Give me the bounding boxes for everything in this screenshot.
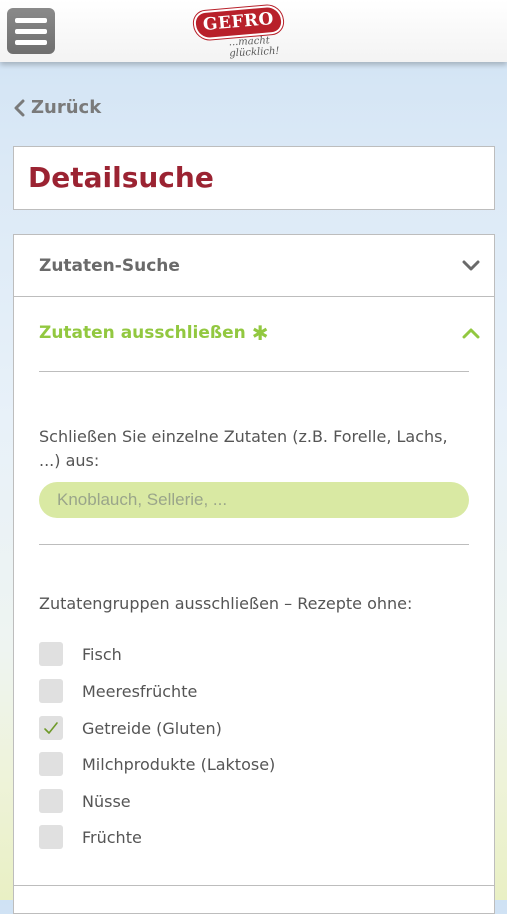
checkbox-label: Meeresfrüchte <box>82 681 198 701</box>
page-title-box: Detailsuche <box>13 146 495 210</box>
chevron-up-icon <box>462 328 480 339</box>
logo-tagline: ...macht glücklich! <box>228 35 280 60</box>
hamburger-menu-icon <box>15 18 47 23</box>
checkmark-icon <box>44 722 58 734</box>
accordion-zutaten-ausschliessen[interactable]: Zutaten ausschließen ✱ <box>14 297 494 369</box>
search-panel: Zutaten-Suche Zutaten ausschließen ✱ Sch… <box>13 234 495 914</box>
accordion-zutaten-ausschliessen-label: Zutaten ausschließen <box>39 323 246 343</box>
checkbox-label: Früchte <box>82 827 142 847</box>
exclude-description: Schließen Sie einzelne Zutaten (z.B. For… <box>39 427 448 470</box>
checkbox-fisch[interactable]: Fisch <box>39 642 122 666</box>
checkbox-getreide[interactable]: Getreide (Gluten) <box>39 716 222 740</box>
checkbox-label: Fisch <box>82 644 122 664</box>
page-title: Detailsuche <box>28 161 214 194</box>
checkbox-box[interactable] <box>39 825 63 849</box>
divider <box>39 371 469 372</box>
checkbox-box-checked[interactable] <box>39 716 63 740</box>
back-link[interactable]: Zurück <box>14 97 101 118</box>
checkbox-box[interactable] <box>39 642 63 666</box>
chevron-left-icon <box>14 99 25 116</box>
exclude-ingredient-input[interactable] <box>39 482 469 518</box>
logo-brand: GEFRO <box>195 6 282 39</box>
checkbox-fruechte[interactable]: Früchte <box>39 825 142 849</box>
checkbox-label: Nüsse <box>82 791 131 811</box>
checkbox-meeresfruechte[interactable]: Meeresfrüchte <box>39 679 197 703</box>
checkbox-milchprodukte[interactable]: Milchprodukte (Laktose) <box>39 752 275 776</box>
checkbox-label: Milchprodukte (Laktose) <box>82 754 276 774</box>
accordion-zutaten-suche-label: Zutaten-Suche <box>39 255 180 276</box>
menu-button[interactable] <box>7 8 55 54</box>
back-label: Zurück <box>31 97 102 118</box>
app-header: GEFRO ...macht glücklich! <box>0 0 507 62</box>
divider <box>14 885 494 886</box>
checkbox-box[interactable] <box>39 752 63 776</box>
gefro-logo[interactable]: GEFRO ...macht glücklich! <box>195 6 320 59</box>
divider <box>39 544 469 545</box>
checkbox-nuesse[interactable]: Nüsse <box>39 789 131 813</box>
checkbox-box[interactable] <box>39 679 63 703</box>
groups-label: Zutatengruppen ausschließen – Rezepte oh… <box>39 594 413 613</box>
chevron-down-icon <box>462 260 480 270</box>
checkbox-label: Getreide (Gluten) <box>82 718 222 738</box>
required-asterisk-icon: ✱ <box>251 321 269 345</box>
checkbox-box[interactable] <box>39 789 63 813</box>
accordion-zutaten-suche[interactable]: Zutaten-Suche <box>14 235 494 297</box>
